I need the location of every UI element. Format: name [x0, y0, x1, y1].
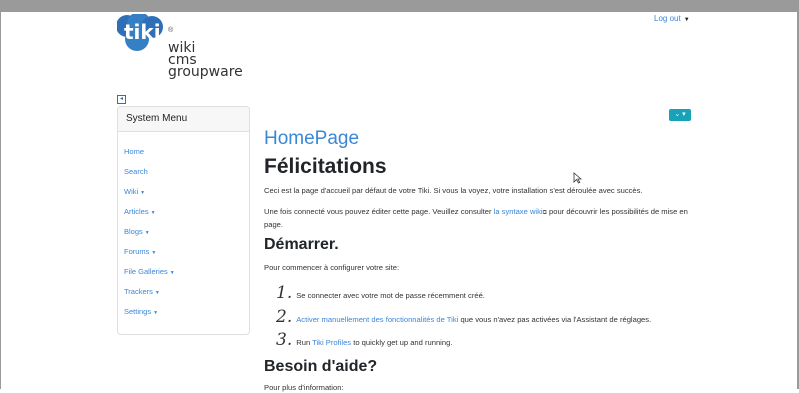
- mouse-pointer-icon: [573, 172, 582, 184]
- caret-down-icon: ▼: [151, 250, 157, 256]
- step-text: Run: [296, 338, 313, 347]
- sidebar-item-label: Wiki: [124, 187, 139, 196]
- activate-features-link[interactable]: Activer manuellement des fonctionnalités…: [296, 315, 458, 324]
- caret-down-icon: ▼: [144, 230, 150, 236]
- help-intro: Pour plus d'information:: [264, 383, 344, 392]
- step-number: 3.: [276, 330, 293, 350]
- sidebar-item-label: Settings: [124, 307, 152, 316]
- logo-mark-text: tiki: [124, 20, 161, 44]
- step-number: 2.: [276, 307, 293, 327]
- caret-down-icon: ▼: [154, 290, 160, 296]
- sidebar-item-file-galleries[interactable]: File Galleries ▼: [124, 267, 175, 276]
- step-text: to quickly get up and running.: [351, 338, 453, 347]
- system-menu: System Menu: [117, 106, 250, 335]
- sidebar-item-label: Search: [124, 167, 148, 176]
- heading-demarrer: Démarrer.: [264, 236, 339, 253]
- caret-down-icon: ▼: [169, 270, 175, 276]
- sidebar-item-trackers[interactable]: Trackers ▼: [124, 287, 160, 296]
- step-text: que vous n'avez pas activées via l'Assis…: [458, 315, 652, 324]
- intro-paragraph: Ceci est la page d'accueil par défaut de…: [264, 186, 643, 195]
- window-left-border: [0, 0, 1, 389]
- step-item: 3. Run Tiki Profiles to quickly get up an…: [276, 330, 452, 350]
- sidebar-item-home[interactable]: Home: [124, 147, 144, 156]
- heading-help: Besoin d'aide?: [264, 358, 378, 375]
- step-item: 1. Se connecter avec votre mot de passe r…: [276, 283, 485, 303]
- sidebar-item-label: Forums: [124, 247, 150, 256]
- page-title[interactable]: HomePage: [264, 128, 359, 150]
- system-menu-title: System Menu: [118, 107, 249, 132]
- caret-down-icon: ▼: [150, 210, 156, 216]
- caret-down-icon: ▼: [153, 310, 159, 316]
- sidebar-item-label: Blogs: [124, 227, 143, 236]
- step-item: 2. Activer manuellement des fonctionnalit…: [276, 307, 651, 327]
- sidebar-item-search[interactable]: Search: [124, 167, 148, 176]
- collapse-sidebar-button[interactable]: ◂: [117, 95, 126, 104]
- heading-felicitations: Félicitations: [264, 155, 387, 178]
- page-actions-button[interactable]: ⌄ ▾: [669, 109, 691, 121]
- start-intro: Pour commencer à configurer votre site:: [264, 263, 400, 272]
- window-top-border: [0, 0, 799, 12]
- logout-label: Log out: [654, 14, 681, 23]
- chevron-left-icon: ◂: [119, 96, 123, 102]
- logo-wordmark: wiki cms groupware: [168, 41, 243, 80]
- logout-dropdown[interactable]: Log out ▼: [654, 14, 690, 23]
- sidebar-item-label: Articles: [124, 207, 149, 216]
- sidebar-item-label: Trackers: [124, 287, 153, 296]
- sidebar-item-blogs[interactable]: Blogs ▼: [124, 227, 150, 236]
- sidebar-item-label: File Galleries: [124, 267, 168, 276]
- registered-mark: ®: [168, 27, 174, 34]
- sidebar-item-settings[interactable]: Settings ▼: [124, 307, 158, 316]
- edit-paragraph: Une fois connecté vous pouvez éditer cet…: [264, 206, 694, 230]
- sidebar-item-label: Home: [124, 147, 145, 156]
- logo-word: groupware: [168, 64, 243, 80]
- sidebar-item-wiki[interactable]: Wiki ▼: [124, 187, 145, 196]
- caret-down-icon: ▼: [140, 190, 146, 196]
- tiki-logo[interactable]: tiki ® wiki cms groupware: [117, 14, 247, 84]
- sidebar-item-articles[interactable]: Articles ▼: [124, 207, 156, 216]
- step-text: Se connecter avec votre mot de passe réc…: [296, 291, 485, 300]
- chevron-down-icon: ⌄ ▾: [674, 111, 686, 118]
- step-number: 1.: [276, 283, 293, 303]
- wiki-syntax-link[interactable]: la syntaxe wiki: [494, 207, 543, 216]
- tiki-profiles-link[interactable]: Tiki Profiles: [312, 338, 351, 347]
- edit-text-prefix: Une fois connecté vous pouvez éditer cet…: [264, 207, 494, 216]
- caret-down-icon: ▼: [683, 17, 690, 23]
- sidebar-item-forums[interactable]: Forums ▼: [124, 247, 156, 256]
